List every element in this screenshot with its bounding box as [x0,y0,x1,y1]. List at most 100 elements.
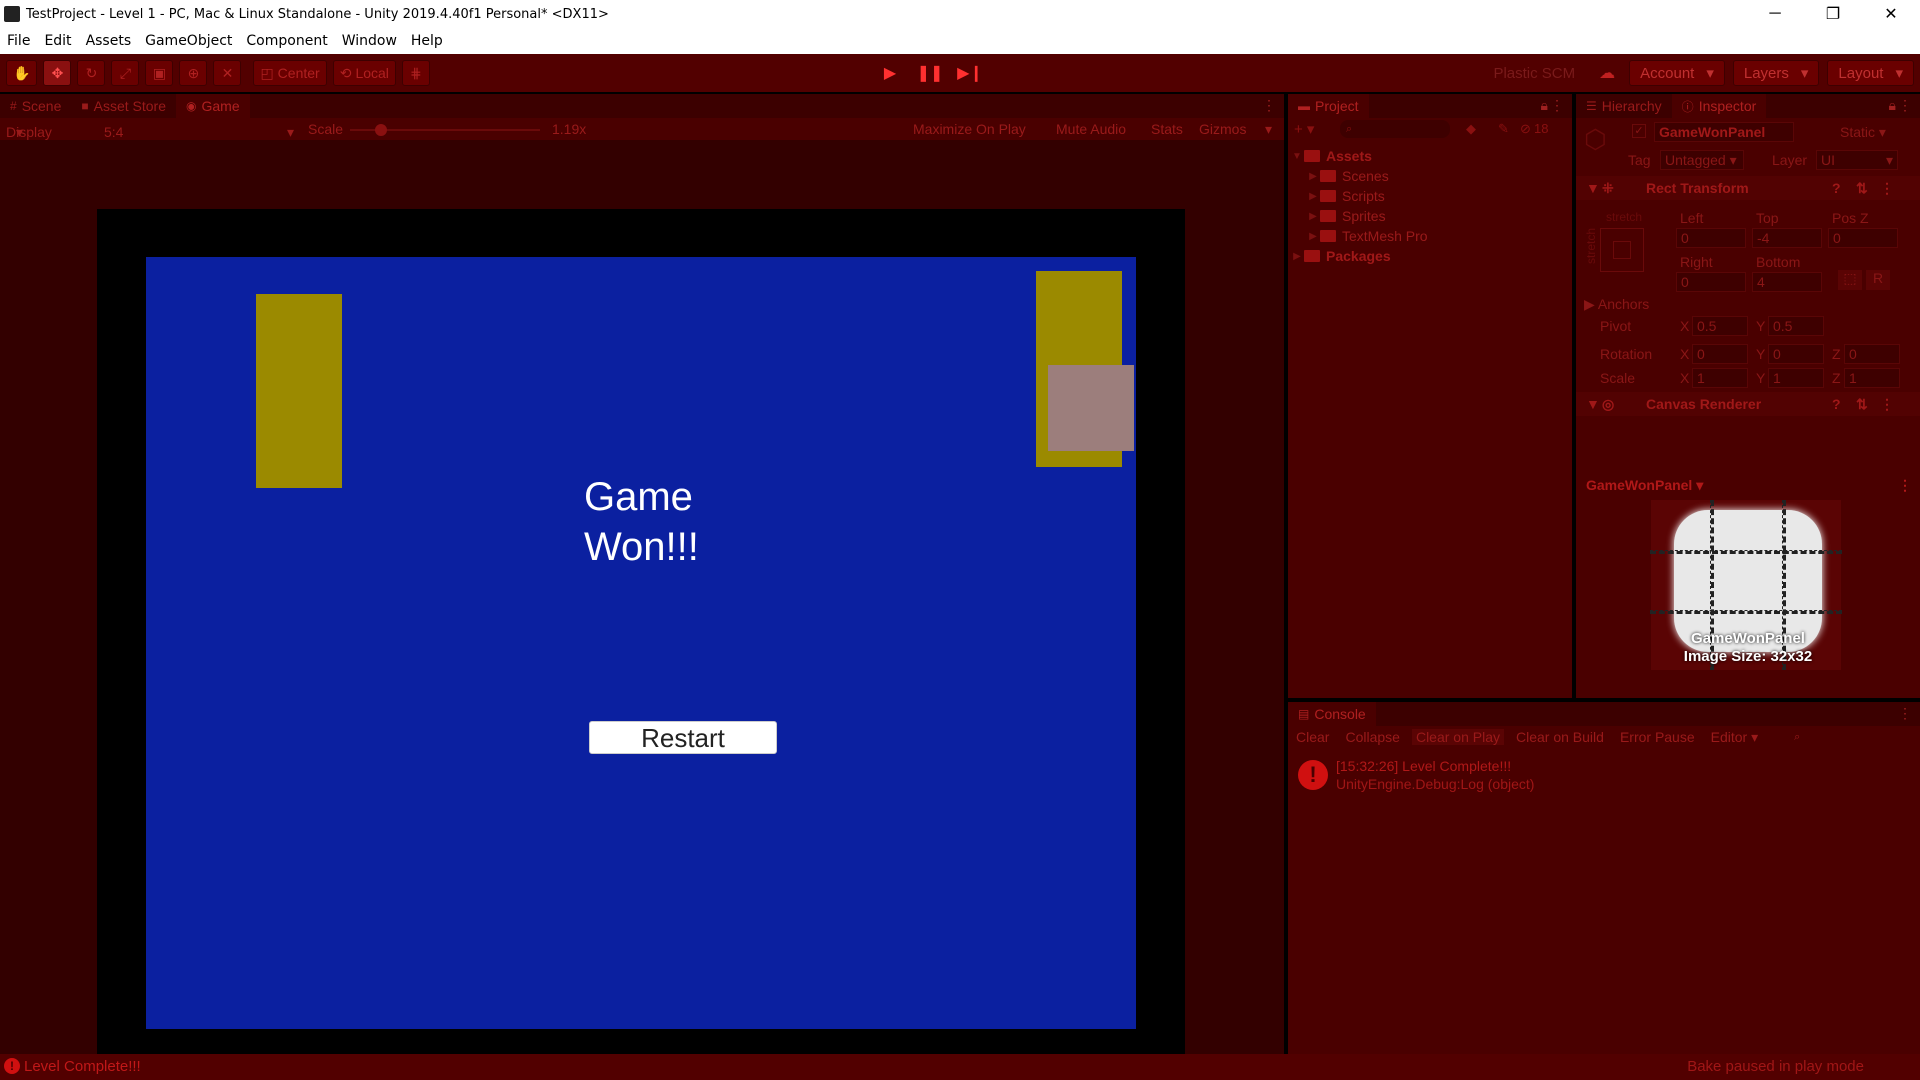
clear-button[interactable]: Clear [1292,729,1333,745]
preview-menu-icon[interactable]: ⋮ [1898,474,1912,496]
tab-game[interactable]: ◉ Game [176,94,250,118]
tab-menu-icon[interactable]: ⋮ [1262,97,1276,114]
pivot-center-button[interactable]: ◰ Center [253,60,327,86]
hidden-packages-icon[interactable]: ⊘ [1520,121,1531,137]
layers-dropdown[interactable]: Layers ▾ [1732,60,1820,86]
tab-inspector[interactable]: ⓘ Inspector [1671,94,1767,118]
pivot-x-field[interactable]: 0.5 [1692,316,1748,336]
canvas-renderer-header[interactable]: ▼ ◎ Canvas Renderer ? ⇅ ⋮ [1576,392,1920,416]
account-dropdown[interactable]: Account ▾ [1629,60,1725,86]
lock-icon[interactable]: 🔒︎ [1541,97,1548,114]
blueprint-mode-button[interactable]: ⬚ [1838,270,1862,290]
right-field[interactable]: 0 [1676,272,1746,292]
scale-x-field[interactable]: 1 [1692,368,1748,388]
log-entry[interactable]: ! [15:32:26] Level Complete!!! UnityEngi… [1288,754,1920,798]
pause-button[interactable]: ❚❚ [912,60,948,86]
presets-icon[interactable]: ⇅ [1856,180,1868,197]
layer-dropdown[interactable]: UI ▾ [1816,150,1898,170]
error-pause-toggle[interactable]: Error Pause [1616,729,1699,745]
tab-project[interactable]: ▬ Project [1288,94,1369,118]
menu-assets[interactable]: Assets [79,33,139,49]
presets-icon[interactable]: ⇅ [1856,396,1868,413]
object-name-field[interactable]: GameWonPanel [1654,122,1794,142]
project-search-input[interactable]: ⌕ [1340,120,1450,138]
custom-tool-button[interactable]: ✕ [213,60,242,86]
top-field[interactable]: -4 [1752,228,1822,248]
rot-z-field[interactable]: 0 [1844,344,1900,364]
clear-on-play-toggle[interactable]: Clear on Play [1411,729,1504,745]
minimize-button[interactable]: ─ [1746,0,1804,28]
bottom-field[interactable]: 4 [1752,272,1822,292]
layout-dropdown[interactable]: Layout ▾ [1827,60,1914,86]
active-checkbox[interactable]: ✓ [1632,124,1646,138]
rect-transform-header[interactable]: ▼ ⁜ Rect Transform ? ⇅ ⋮ [1576,176,1920,200]
stats-toggle[interactable]: Stats [1151,121,1183,137]
anchors-foldout[interactable]: ▶ Anchors [1584,296,1649,313]
tree-item-sprites[interactable]: ▶ Sprites [1288,206,1572,226]
scale-z-field[interactable]: 1 [1844,368,1900,388]
tree-item-textmesh-pro[interactable]: ▶ TextMesh Pro [1288,226,1572,246]
tag-dropdown[interactable]: Untagged ▾ [1660,150,1744,170]
editor-dropdown[interactable]: Editor ▾ [1707,729,1763,746]
preview-header[interactable]: GameWonPanel ▾ ⋮ [1576,474,1920,496]
grid-snap-button[interactable]: ⋕ [401,60,430,86]
tree-item-scripts[interactable]: ▶ Scripts [1288,186,1572,206]
dropdown-arrow-icon[interactable]: ▾ [1265,121,1272,138]
tab-scene[interactable]: # Scene [0,94,71,118]
rot-y-field[interactable]: 0 [1768,344,1824,364]
clear-on-build-toggle[interactable]: Clear on Build [1512,729,1608,745]
mute-audio-toggle[interactable]: Mute Audio [1056,121,1126,137]
help-icon[interactable]: ? [1832,180,1841,196]
scale-tool-button[interactable]: ⤢ [111,60,140,86]
pivot-local-button[interactable]: ⟲ Local [332,60,396,86]
tab-console[interactable]: ▤ Console [1288,702,1376,726]
search-icon[interactable]: ⌕ [1790,731,1804,744]
restore-button[interactable]: ❐ [1804,0,1862,28]
rotate-tool-button[interactable]: ↻ [77,60,106,86]
tab-menu-icon[interactable]: ⋮ [1550,97,1564,114]
tree-item-packages[interactable]: ▶ Packages [1288,246,1572,266]
lock-icon[interactable]: 🔒︎ [1889,97,1896,114]
menu-component[interactable]: Component [239,33,334,49]
menu-gameobject[interactable]: GameObject [138,33,239,49]
tree-item-scenes[interactable]: ▶ Scenes [1288,166,1572,186]
tab-menu-icon[interactable]: ⋮ [1898,97,1912,114]
collapse-toggle[interactable]: Collapse [1341,729,1403,745]
step-button[interactable]: ▶❙ [952,60,988,86]
move-tool-button[interactable]: ✥ [43,60,72,86]
component-menu-icon[interactable]: ⋮ [1880,180,1894,197]
pivot-y-field[interactable]: 0.5 [1768,316,1824,336]
transform-tool-button[interactable]: ⊕ [179,60,208,86]
hand-tool-button[interactable]: ✋ [6,60,38,86]
status-message[interactable]: Level Complete!!! [24,1058,141,1075]
posz-field[interactable]: 0 [1828,228,1898,248]
restart-button[interactable]: Restart [589,721,777,754]
menu-help[interactable]: Help [404,33,450,49]
rot-x-field[interactable]: 0 [1692,344,1748,364]
menu-edit[interactable]: Edit [37,33,78,49]
scale-slider-handle[interactable] [375,124,387,136]
left-field[interactable]: 0 [1676,228,1746,248]
menu-file[interactable]: File [0,33,37,49]
cloud-button[interactable]: ☁ [1593,60,1621,86]
raw-edit-button[interactable]: R [1866,270,1890,290]
anchor-presets-button[interactable] [1600,228,1644,272]
filter-label-icon[interactable]: ✎ [1498,121,1509,137]
menu-window[interactable]: Window [335,33,404,49]
static-toggle[interactable]: Static ▾ [1840,124,1886,141]
scale-y-field[interactable]: 1 [1768,368,1824,388]
tab-hierarchy[interactable]: ☰ Hierarchy [1576,94,1672,118]
plastic-scm-button[interactable]: Plastic SCM [1483,60,1586,86]
gizmos-toggle[interactable]: Gizmos [1199,121,1246,137]
rect-tool-button[interactable]: ▣ [145,60,174,86]
create-button[interactable]: + ▾ [1294,120,1314,138]
close-button[interactable]: ✕ [1862,0,1920,28]
tree-item-assets[interactable]: ▼ Assets [1288,146,1572,166]
filter-type-icon[interactable]: ◆ [1466,121,1476,137]
component-menu-icon[interactable]: ⋮ [1880,396,1894,413]
tab-menu-icon[interactable]: ⋮ [1898,705,1912,722]
play-button[interactable]: ▶ [872,60,908,86]
maximize-on-play-toggle[interactable]: Maximize On Play [913,121,1026,137]
help-icon[interactable]: ? [1832,396,1841,412]
tab-asset-store[interactable]: ■ Asset Store [71,94,176,118]
